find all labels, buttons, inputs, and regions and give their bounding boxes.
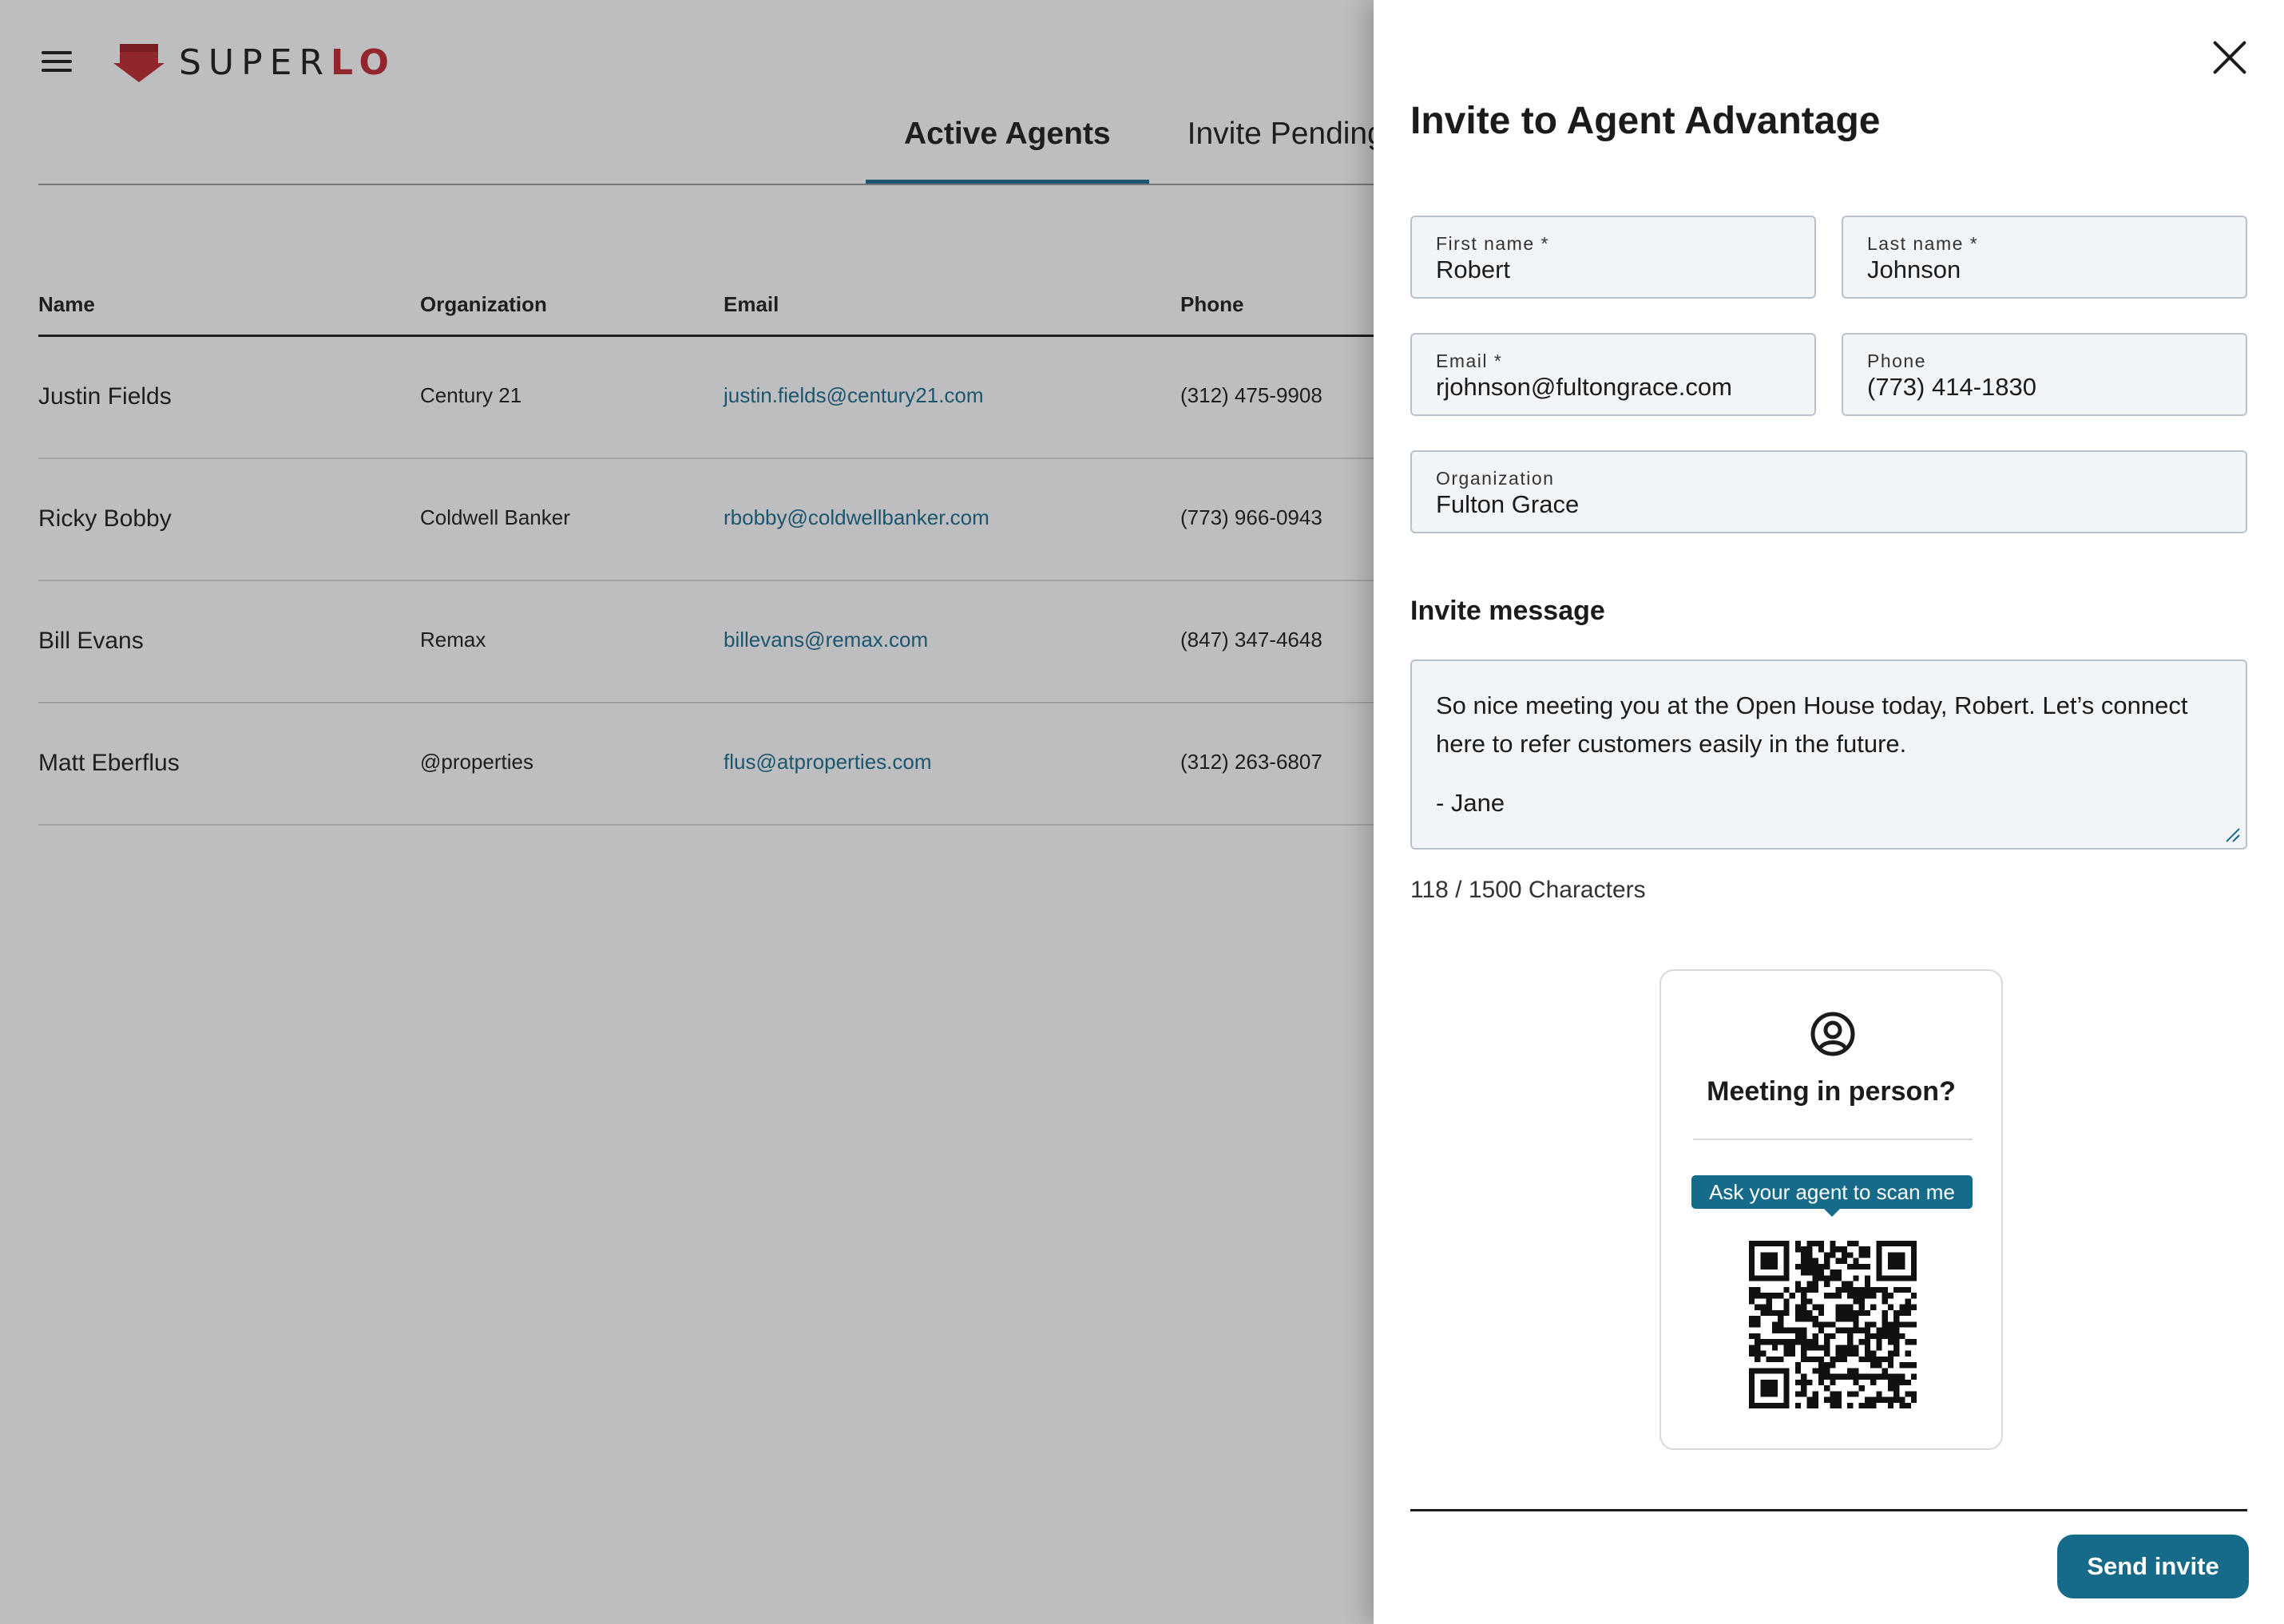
invite-message-heading: Invite message <box>1410 596 1605 626</box>
character-count: 118 / 1500 Characters <box>1410 877 1646 903</box>
first-name-value[interactable]: Robert <box>1436 255 1510 284</box>
email-value[interactable]: rjohnson@fultongrace.com <box>1436 373 1732 402</box>
last-name-label: Last name * <box>1867 233 1979 254</box>
phone-field[interactable]: Phone (773) 414-1830 <box>1842 333 2247 416</box>
phone-value[interactable]: (773) 414-1830 <box>1867 373 2036 402</box>
phone-label: Phone <box>1867 351 1927 371</box>
close-icon[interactable] <box>2212 40 2247 75</box>
organization-value[interactable]: Fulton Grace <box>1436 490 1579 519</box>
first-name-label: First name * <box>1436 233 1549 254</box>
send-invite-button[interactable]: Send invite <box>2057 1535 2249 1598</box>
last-name-value[interactable]: Johnson <box>1867 255 1961 284</box>
email-label: Email * <box>1436 351 1503 371</box>
resize-handle-icon[interactable] <box>2223 826 2241 843</box>
drawer-title: Invite to Agent Advantage <box>1410 100 1881 142</box>
last-name-field[interactable]: Last name * Johnson <box>1842 216 2247 299</box>
user-circle-icon <box>1810 1012 1855 1056</box>
email-field[interactable]: Email * rjohnson@fultongrace.com <box>1410 333 1816 416</box>
in-person-card: Meeting in person? Ask your agent to sca… <box>1659 969 2003 1450</box>
scan-badge: Ask your agent to scan me <box>1691 1175 1973 1217</box>
organization-field[interactable]: Organization Fulton Grace <box>1410 450 2247 533</box>
card-title: Meeting in person? <box>1707 1076 1956 1107</box>
invite-message-text: So nice meeting you at the Open House to… <box>1436 691 2188 758</box>
invite-message-textarea[interactable]: So nice meeting you at the Open House to… <box>1410 660 2247 850</box>
modal-backdrop[interactable] <box>0 0 1374 1624</box>
organization-label: Organization <box>1436 468 1555 489</box>
first-name-field[interactable]: First name * Robert <box>1410 216 1816 299</box>
invite-message-signature: - Jane <box>1436 789 1505 817</box>
card-divider <box>1693 1139 1973 1140</box>
qr-code[interactable] <box>1749 1241 1917 1408</box>
footer-divider <box>1410 1509 2247 1511</box>
